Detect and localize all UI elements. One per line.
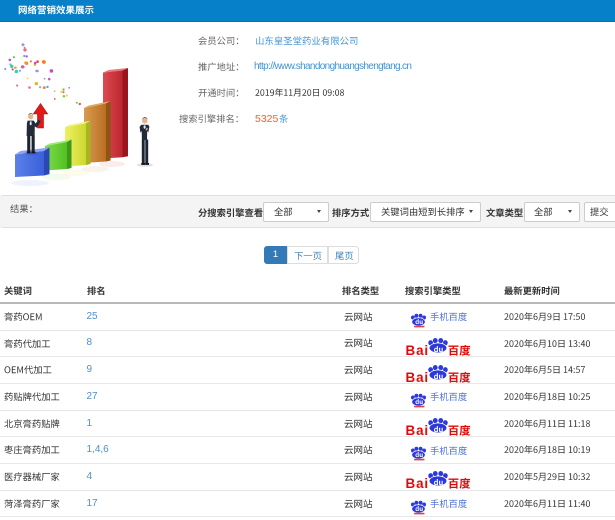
svg-text:Bai: Bai — [406, 370, 430, 384]
svg-text:Bai: Bai — [406, 423, 430, 437]
svg-text:Bai: Bai — [406, 476, 430, 490]
svg-text:Bai: Bai — [406, 343, 430, 357]
